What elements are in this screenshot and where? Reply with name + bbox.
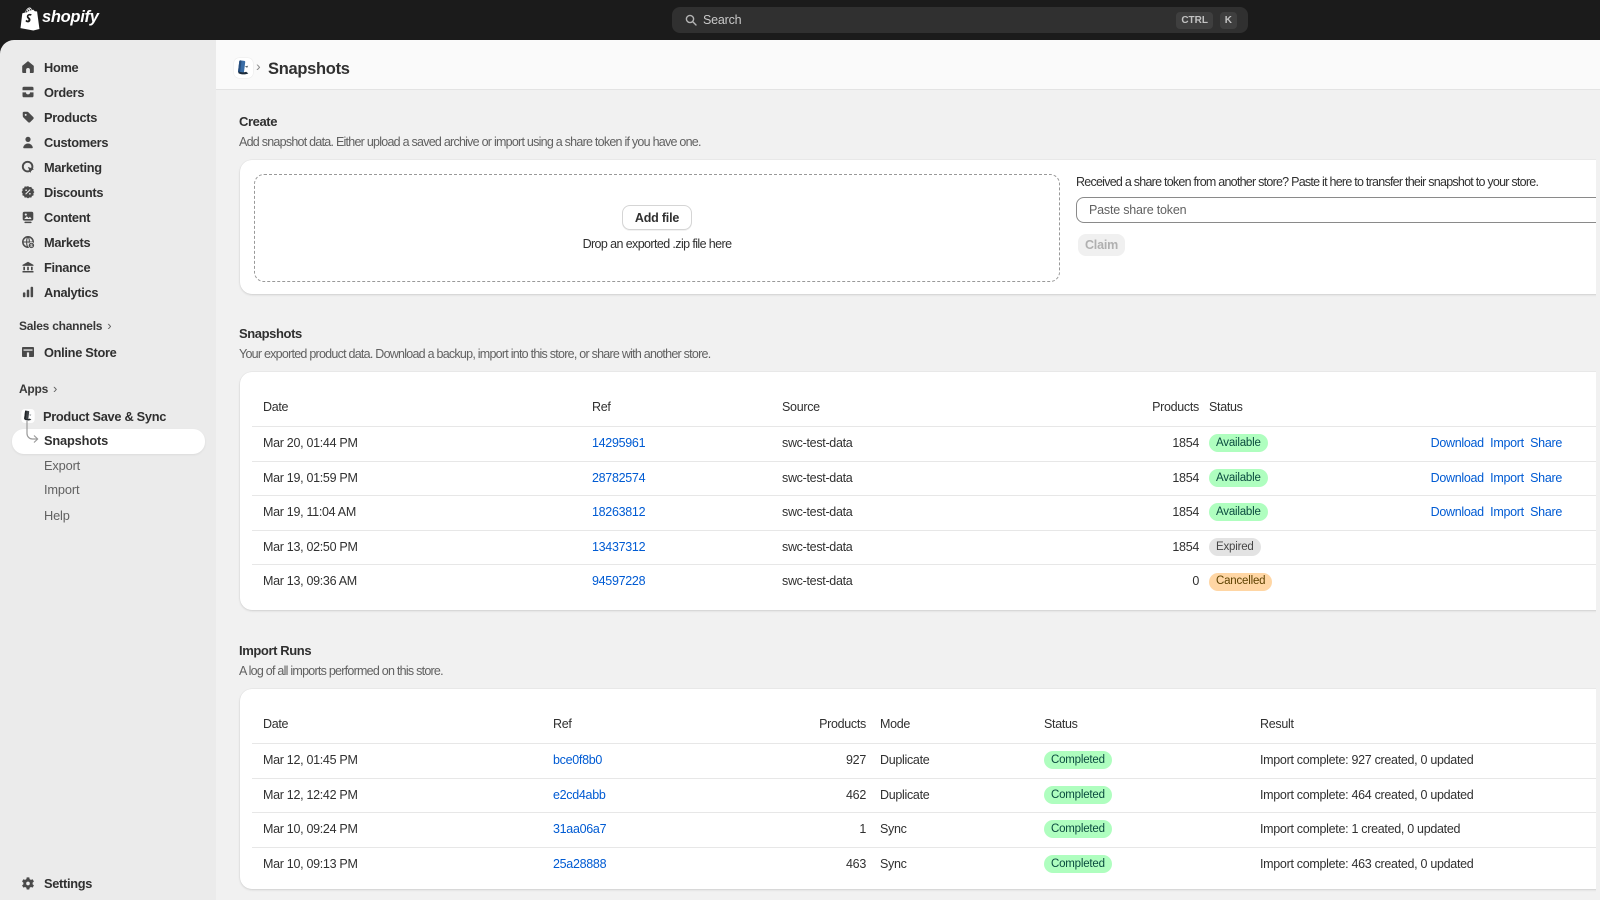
- svg-text:$: $: [30, 243, 33, 248]
